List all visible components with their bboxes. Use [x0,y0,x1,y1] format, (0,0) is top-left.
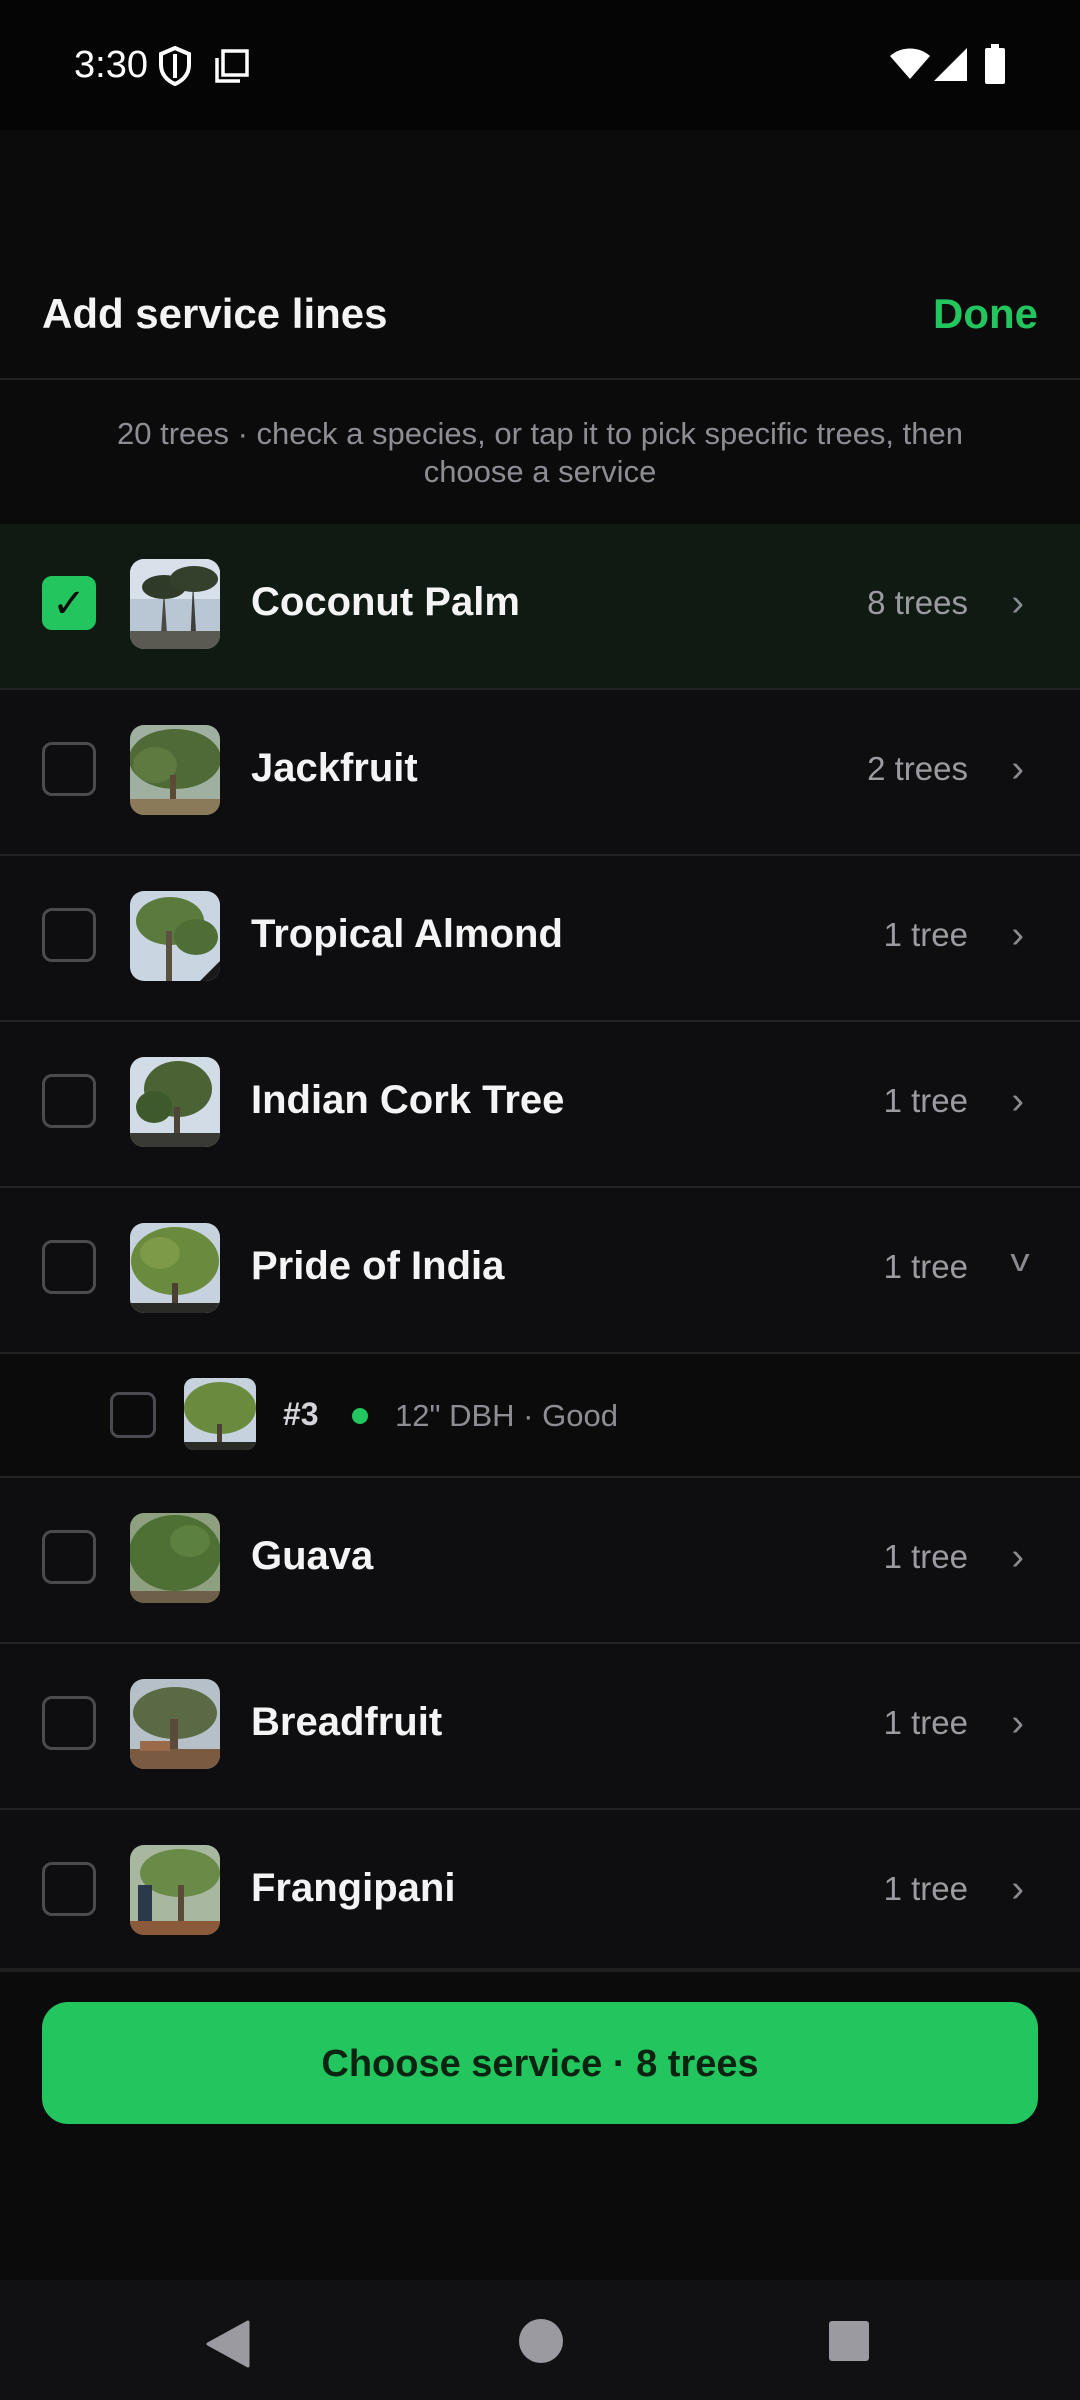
species-row-frangipani[interactable]: Frangipani 1 tree › [0,1810,1080,1976]
species-row-guava[interactable]: Guava 1 tree › [0,1478,1080,1644]
species-list: ✓ Coconut Palm 8 trees › Jackfruit 2 tre… [0,524,1080,1976]
species-count: 1 tree [883,1538,968,1575]
species-checkbox[interactable] [42,1074,96,1128]
species-row-pride-of-india[interactable]: Pride of India 1 tree v [0,1188,1080,1354]
signal-icon [934,48,968,87]
species-thumbnail [130,1223,220,1313]
species-name: Jackfruit [251,746,418,790]
wifi-icon [890,48,930,85]
species-count: 1 tree [883,1870,968,1907]
species-row-coconut-palm[interactable]: ✓ Coconut Palm 8 trees › [0,524,1080,690]
sheet-header: Add service lines Done [0,130,1080,380]
tree-row[interactable]: #3 12" DBH · Good [0,1354,1080,1478]
chevron-right-icon[interactable]: › [1011,748,1024,791]
species-thumbnail [130,559,220,649]
bottom-action-area: Choose service · 8 trees [0,1968,1080,2284]
species-name: Frangipani [251,1866,456,1910]
species-count: 1 tree [883,1704,968,1741]
species-name: Pride of India [251,1244,505,1288]
species-name: Indian Cork Tree [251,1078,565,1122]
species-row-tropical-almond[interactable]: Tropical Almond 1 tree › [0,856,1080,1022]
page-title: Add service lines [42,290,388,337]
hint-banner: 20 trees · check a species, or tap it to… [0,380,1080,522]
chevron-right-icon[interactable]: › [1011,1868,1024,1911]
screenshot-icon [214,48,250,89]
species-checkbox[interactable] [42,908,96,962]
species-checkbox[interactable] [42,1862,96,1916]
tree-id: #3 [283,1396,319,1432]
species-checkbox[interactable]: ✓ [42,576,96,630]
species-count: 2 trees [867,750,968,787]
chevron-right-icon[interactable]: › [1011,582,1024,625]
recents-icon[interactable] [828,2320,870,2367]
species-name: Guava [251,1534,374,1578]
back-icon[interactable] [206,2320,250,2373]
species-count: 8 trees [867,584,968,621]
species-checkbox[interactable] [42,1240,96,1294]
species-name: Coconut Palm [251,580,520,624]
shield-icon [158,45,192,91]
species-name: Tropical Almond [251,912,563,956]
species-thumbnail [130,1845,220,1935]
battery-icon [984,44,1006,89]
species-thumbnail [130,1057,220,1147]
species-count: 1 tree [883,1248,968,1285]
species-checkbox[interactable] [42,742,96,796]
hint-text: 20 trees · check a species, or tap it to… [116,416,963,489]
tree-checkbox[interactable] [110,1392,156,1438]
species-thumbnail [130,1679,220,1769]
tree-detail: 12" DBH · Good [395,1398,618,1433]
species-checkbox[interactable] [42,1530,96,1584]
species-name: Breadfruit [251,1700,443,1744]
species-row-breadfruit[interactable]: Breadfruit 1 tree › [0,1644,1080,1810]
species-thumbnail [130,1513,220,1603]
species-thumbnail [130,725,220,815]
status-bar: 3:30 [0,0,1080,130]
species-thumbnail [130,891,220,981]
status-dot [352,1408,368,1424]
tree-thumbnail [184,1378,256,1450]
species-count: 1 tree [883,1082,968,1119]
species-row-jackfruit[interactable]: Jackfruit 2 trees › [0,690,1080,856]
status-time: 3:30 [74,44,148,86]
chevron-right-icon[interactable]: › [1011,1080,1024,1123]
choose-service-button[interactable]: Choose service · 8 trees [42,2002,1038,2124]
chevron-down-icon[interactable]: v [1010,1242,1029,1279]
home-icon[interactable] [518,2318,564,2369]
species-row-indian-cork-tree[interactable]: Indian Cork Tree 1 tree › [0,1022,1080,1188]
species-checkbox[interactable] [42,1696,96,1750]
system-nav-bar [0,2280,1080,2400]
chevron-right-icon[interactable]: › [1011,914,1024,957]
chevron-right-icon[interactable]: › [1011,1702,1024,1745]
chevron-right-icon[interactable]: › [1011,1536,1024,1579]
done-button[interactable]: Done [933,290,1038,338]
species-count: 1 tree [883,916,968,953]
check-icon: ✓ [52,582,86,626]
